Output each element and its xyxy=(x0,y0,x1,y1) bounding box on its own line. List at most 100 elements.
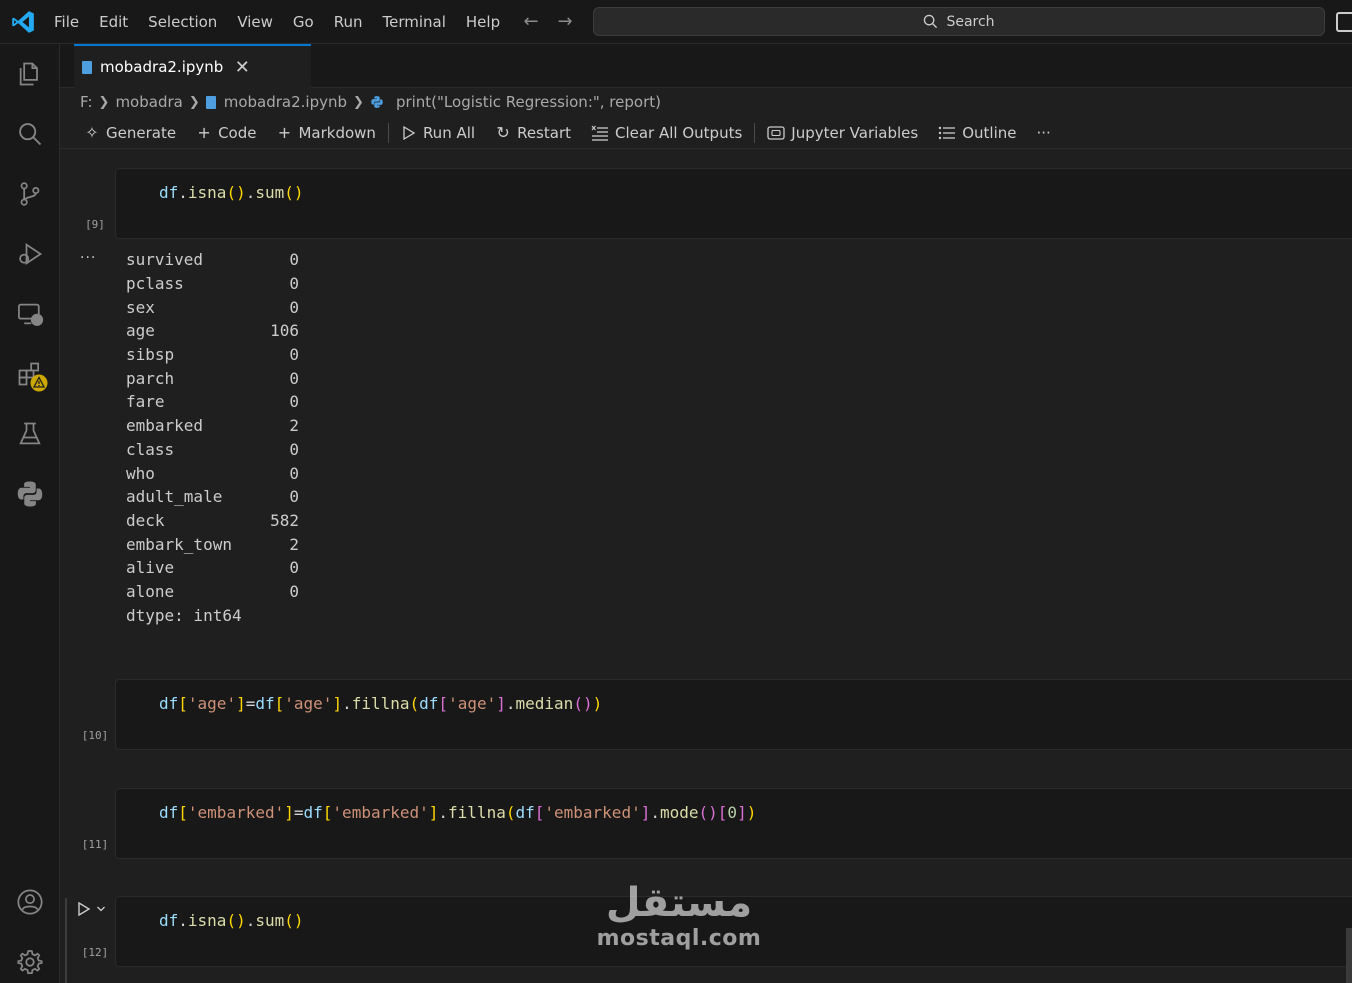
search-view-icon[interactable] xyxy=(14,118,46,150)
generate-label: Generate xyxy=(106,123,177,142)
breadcrumb-symbol[interactable]: print("Logistic Regression:", report) xyxy=(396,93,661,111)
clear-all-outputs-button[interactable]: Clear All Outputs xyxy=(581,119,752,147)
source-control-icon[interactable] xyxy=(14,178,46,210)
output-row: alive 0 xyxy=(126,556,299,580)
python-icon[interactable] xyxy=(14,478,46,510)
outline-button[interactable]: Outline xyxy=(928,119,1026,147)
command-center-search[interactable]: Search xyxy=(593,7,1325,36)
notebook-file-icon xyxy=(82,60,92,74)
output-row-name: sex xyxy=(126,297,155,317)
scrollbar[interactable] xyxy=(1346,928,1352,983)
menu-terminal[interactable]: Terminal xyxy=(373,9,456,35)
output-row: sibsp 0 xyxy=(126,343,299,367)
output-row-name: embarked xyxy=(126,416,204,436)
outline-label: Outline xyxy=(962,123,1017,142)
output-row-name: sibsp xyxy=(126,345,175,365)
restart-label: Restart xyxy=(517,123,571,142)
menu-go[interactable]: Go xyxy=(283,9,324,35)
output-row-name: alive xyxy=(126,558,175,578)
explorer-icon[interactable] xyxy=(14,58,46,90)
run-debug-icon[interactable] xyxy=(14,238,46,270)
output-row: alone 0 xyxy=(126,580,299,604)
search-label: Search xyxy=(946,13,995,30)
output-row-value: 2 xyxy=(289,416,299,436)
restart-icon: ↻ xyxy=(496,123,510,142)
watermark-latin: mostaql.com xyxy=(596,926,762,951)
menu-selection[interactable]: Selection xyxy=(138,9,227,35)
output-row: adult_male 0 xyxy=(126,485,299,509)
generate-button[interactable]: ✧ Generate xyxy=(74,119,186,147)
menu-edit[interactable]: Edit xyxy=(89,9,138,35)
markdown-label: Markdown xyxy=(298,123,376,142)
output-row-name: class xyxy=(126,439,175,459)
editor-tab-bar: mobadra2.ipynb ✕ xyxy=(60,44,1352,88)
activity-bar xyxy=(0,44,60,983)
navigation-arrows: ← → xyxy=(520,10,576,32)
output-row: parch 0 xyxy=(126,366,299,390)
execution-count: [10] xyxy=(81,729,109,742)
add-markdown-cell-button[interactable]: + Markdown xyxy=(266,119,385,147)
cell-source[interactable]: df.isna().sum() xyxy=(159,183,304,202)
menu-file[interactable]: File xyxy=(44,9,89,35)
output-row-value: 582 xyxy=(270,510,299,530)
run-all-button[interactable]: Run All xyxy=(391,119,485,147)
menu-view[interactable]: View xyxy=(227,9,283,35)
warning-badge-icon xyxy=(30,374,48,392)
jupyter-variables-button[interactable]: Jupyter Variables xyxy=(757,119,928,147)
breadcrumb-folder[interactable]: mobadra xyxy=(115,93,182,111)
output-row-value: 0 xyxy=(289,368,299,388)
vscode-logo-icon[interactable] xyxy=(10,9,36,35)
add-code-cell-button[interactable]: + Code xyxy=(186,119,266,147)
output-row: sex 0 xyxy=(126,295,299,319)
output-row: class 0 xyxy=(126,438,299,462)
testing-flask-icon[interactable] xyxy=(14,418,46,450)
mostaql-watermark-logo: مستقل mostaql.com xyxy=(594,880,764,951)
output-row: survived 0 xyxy=(126,248,299,272)
cell-source[interactable]: df['embarked']=df['embarked'].fillna(df[… xyxy=(159,803,756,822)
execution-count: [12] xyxy=(81,946,109,959)
menu-run[interactable]: Run xyxy=(324,9,373,35)
cell-source[interactable]: df.isna().sum() xyxy=(159,911,304,930)
play-icon xyxy=(78,901,91,917)
breadcrumb-file[interactable]: mobadra2.ipynb xyxy=(224,93,347,111)
output-row-name: alone xyxy=(126,581,175,601)
back-arrow-icon[interactable]: ← xyxy=(520,10,542,32)
search-icon xyxy=(924,14,938,29)
output-row-value: 0 xyxy=(289,558,299,578)
copilot-chat-icon[interactable] xyxy=(1336,12,1352,32)
output-row-value: 2 xyxy=(289,534,299,554)
forward-arrow-icon[interactable]: → xyxy=(554,10,576,32)
output-row: who 0 xyxy=(126,461,299,485)
run-all-icon xyxy=(403,125,416,140)
output-row-value: 0 xyxy=(289,345,299,365)
menu-bar: File Edit Selection View Go Run Terminal… xyxy=(44,0,510,44)
output-actions-icon[interactable]: ··· xyxy=(80,250,96,266)
clear-all-icon xyxy=(591,125,608,141)
chevron-right-icon: ❯ xyxy=(188,94,200,110)
chevron-down-icon[interactable] xyxy=(96,904,106,914)
output-row-value: 0 xyxy=(289,250,299,270)
execution-count: [9] xyxy=(85,218,105,231)
output-row-name: survived xyxy=(126,250,204,270)
accounts-icon[interactable] xyxy=(14,886,46,918)
code-cell-9[interactable]: df.isna().sum() xyxy=(115,168,1352,239)
menu-help[interactable]: Help xyxy=(456,9,510,35)
settings-gear-icon[interactable] xyxy=(14,946,46,978)
code-cell-10[interactable]: df['age']=df['age'].fillna(df['age'].med… xyxy=(115,679,1352,750)
run-cell-button[interactable] xyxy=(76,901,106,917)
output-row-value: 0 xyxy=(289,439,299,459)
breadcrumb-drive[interactable]: F: xyxy=(80,93,93,111)
toolbar-divider xyxy=(754,122,756,143)
cell-source[interactable]: df['age']=df['age'].fillna(df['age'].med… xyxy=(159,694,602,713)
more-actions-button[interactable]: ··· xyxy=(1026,119,1060,147)
extensions-icon[interactable] xyxy=(14,358,48,392)
code-cell-11[interactable]: df['embarked']=df['embarked'].fillna(df[… xyxy=(115,788,1352,859)
tab-mobadra2-ipynb[interactable]: mobadra2.ipynb ✕ xyxy=(74,44,311,88)
more-actions-icon: ··· xyxy=(1036,123,1051,142)
output-row-value: 0 xyxy=(289,392,299,412)
notebook-file-icon xyxy=(205,95,216,109)
restart-button[interactable]: ↻ Restart xyxy=(485,119,581,147)
cell-output: survived 0 pclass 0 sex 0 age 106 sibsp 0 parch 0 fa… xyxy=(126,248,299,627)
close-icon[interactable]: ✕ xyxy=(233,57,251,78)
remote-explorer-icon[interactable] xyxy=(14,298,46,330)
